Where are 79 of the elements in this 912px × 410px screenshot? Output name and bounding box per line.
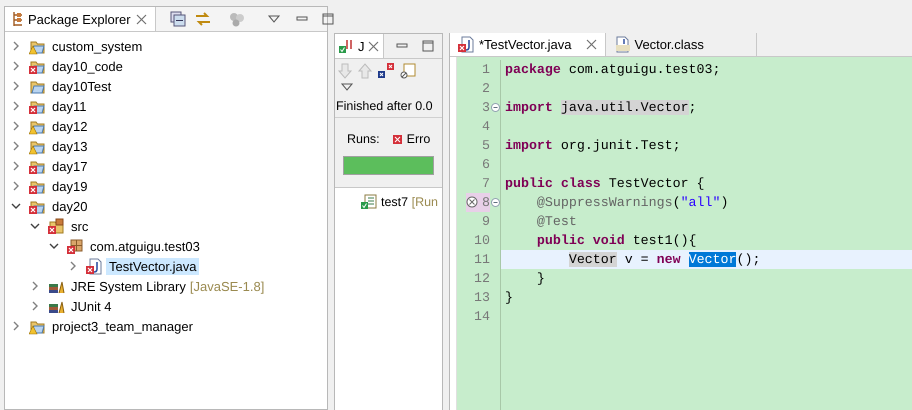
fold-icon[interactable] bbox=[490, 103, 500, 112]
tree-item[interactable]: day19 bbox=[49, 178, 90, 194]
tree-item[interactable]: day12 bbox=[49, 118, 90, 134]
expand-chevron-icon[interactable] bbox=[11, 61, 21, 71]
view-tab[interactable]: Package Explorer bbox=[5, 7, 156, 31]
dropdown-icon[interactable] bbox=[341, 83, 353, 91]
line-number: 6 bbox=[481, 156, 490, 174]
test-item[interactable]: test7 [Run bbox=[381, 195, 438, 209]
scroll-lock-icon[interactable] bbox=[400, 63, 416, 79]
line-number: 2 bbox=[481, 80, 490, 98]
code-line: public void test1(){ bbox=[536, 233, 697, 248]
close-icon[interactable] bbox=[368, 40, 378, 52]
expand-chevron-icon[interactable] bbox=[11, 81, 21, 91]
code-line: package com.atguigu.test03; bbox=[505, 62, 720, 77]
line-number: 9 bbox=[481, 213, 490, 231]
code-line: @SuppressWarnings("all") bbox=[536, 195, 728, 210]
tree-item[interactable]: custom_system bbox=[49, 38, 146, 54]
line-number: 4 bbox=[481, 118, 490, 136]
tree-item[interactable]: JRE System Library [JavaSE-1.8] bbox=[68, 278, 268, 294]
status-text: Finished after 0.0 bbox=[335, 91, 442, 118]
maximize-icon[interactable] bbox=[322, 13, 334, 25]
tree-item[interactable]: day10Test bbox=[49, 78, 114, 94]
line-number: 10 bbox=[473, 232, 490, 250]
fold-icon[interactable] bbox=[490, 198, 500, 207]
line-number: 14 bbox=[473, 308, 490, 326]
error-icon bbox=[392, 134, 402, 144]
expand-chevron-icon[interactable] bbox=[11, 41, 21, 51]
collapse-chevron-icon[interactable] bbox=[49, 241, 59, 251]
errors-label: Erro bbox=[406, 132, 430, 146]
package-explorer-icon bbox=[13, 12, 23, 26]
class-file-icon bbox=[614, 36, 630, 53]
expand-chevron-icon[interactable] bbox=[30, 301, 40, 311]
code-line: } bbox=[505, 290, 513, 305]
close-icon[interactable] bbox=[586, 39, 596, 50]
link-arrows-icon[interactable] bbox=[194, 11, 212, 27]
maximize-icon[interactable] bbox=[422, 40, 434, 52]
view-menu-icon[interactable] bbox=[268, 15, 280, 23]
runs-label: Runs: bbox=[347, 132, 380, 146]
tree-item[interactable]: project3_team_manager bbox=[49, 318, 196, 334]
tree-item[interactable]: day20 bbox=[49, 198, 90, 214]
tree-item[interactable]: day11 bbox=[49, 98, 90, 114]
line-number: 13 bbox=[473, 289, 490, 307]
tree-item[interactable]: day10_code bbox=[49, 58, 126, 74]
expand-chevron-icon[interactable] bbox=[11, 181, 21, 191]
expand-chevron-icon[interactable] bbox=[11, 141, 21, 151]
line-number: 5 bbox=[481, 137, 490, 155]
failures-filter-icon[interactable] bbox=[378, 63, 394, 79]
java-file-icon bbox=[458, 36, 475, 53]
collapse-chevron-icon[interactable] bbox=[30, 221, 40, 231]
tree-item[interactable]: com.atguigu.test03 bbox=[87, 238, 203, 254]
expand-chevron-icon[interactable] bbox=[30, 281, 40, 291]
code-line: import org.junit.Test; bbox=[505, 138, 681, 153]
test-icon bbox=[361, 194, 377, 210]
line-number: 7 bbox=[481, 175, 490, 193]
line-number: 8 bbox=[466, 193, 490, 212]
expand-chevron-icon[interactable] bbox=[11, 101, 21, 111]
code-line: @Test bbox=[536, 214, 577, 229]
tree-item[interactable]: JUnit 4 bbox=[68, 298, 114, 314]
collapse-chevron-icon[interactable] bbox=[11, 201, 21, 211]
editor-tab[interactable]: Vector.class bbox=[606, 33, 757, 56]
tree-item[interactable]: TestVector.java bbox=[106, 258, 200, 274]
line-number: 11 bbox=[473, 251, 490, 269]
tree-item[interactable]: day13 bbox=[49, 138, 90, 154]
code-line: public class TestVector { bbox=[505, 176, 705, 191]
close-icon[interactable] bbox=[136, 14, 147, 24]
line-number: 3 bbox=[481, 99, 490, 117]
editor-tab[interactable]: *TestVector.java bbox=[450, 33, 606, 56]
line-number: 12 bbox=[473, 270, 490, 288]
expand-chevron-icon[interactable] bbox=[68, 261, 78, 271]
expand-chevron-icon[interactable] bbox=[11, 321, 21, 331]
collapse-all-icon[interactable] bbox=[170, 11, 186, 27]
junit-icon bbox=[339, 38, 355, 54]
error-marker-icon bbox=[466, 196, 478, 208]
code-line: } bbox=[536, 271, 545, 286]
tree-item[interactable]: src bbox=[68, 218, 92, 234]
line-number: 1 bbox=[481, 61, 490, 79]
expand-chevron-icon[interactable] bbox=[11, 161, 21, 171]
expand-chevron-icon[interactable] bbox=[11, 121, 21, 131]
tree-item[interactable]: day17 bbox=[49, 158, 90, 174]
